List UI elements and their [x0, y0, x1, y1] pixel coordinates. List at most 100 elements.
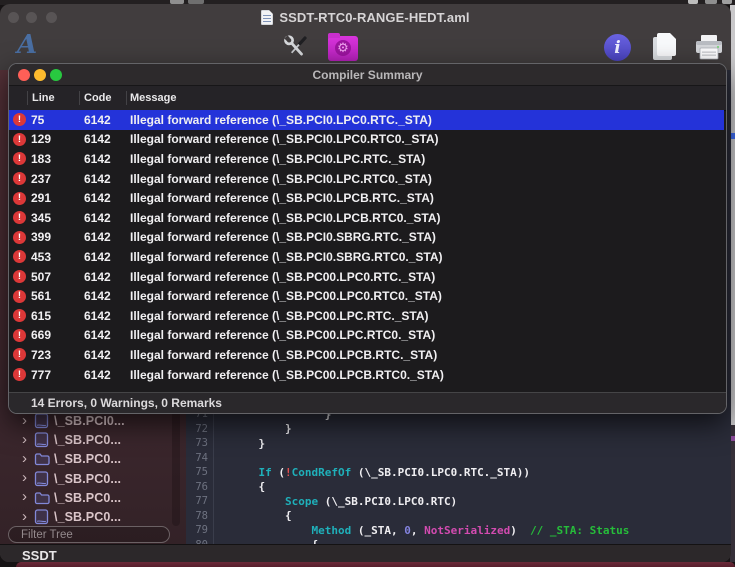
documents-icon[interactable] — [653, 32, 679, 62]
cell-code: 6142 — [80, 328, 126, 342]
patch-folder-icon[interactable]: ⚙ — [328, 36, 358, 61]
error-icon-cell: ! — [9, 211, 27, 224]
column-separator — [79, 91, 80, 105]
tree-item[interactable]: › \_SB.PC0... — [0, 488, 172, 507]
error-table: !756142Illegal forward reference (\_SB.P… — [9, 110, 726, 384]
document-proxy-icon — [261, 10, 273, 25]
disclosure-chevron-icon[interactable]: › — [22, 489, 34, 504]
cell-line: 453 — [27, 250, 80, 264]
code-token: (_STA, — [351, 524, 404, 537]
tree-item[interactable]: ›\_SB.PCI0... — [0, 412, 172, 431]
tree-item-label: \_SB.PC0... — [54, 510, 121, 524]
error-row[interactable]: !4536142Illegal forward reference (\_SB.… — [9, 247, 724, 267]
cell-code: 6142 — [80, 348, 126, 362]
column-separator — [27, 91, 28, 105]
error-icon: ! — [13, 329, 26, 342]
font-icon[interactable]: A — [17, 30, 37, 60]
code-token: ) — [510, 524, 517, 537]
code-token: 0 — [404, 524, 411, 537]
error-row[interactable]: !5616142Illegal forward reference (\_SB.… — [9, 286, 724, 306]
error-icon-cell: ! — [9, 290, 27, 303]
error-row[interactable]: !7776142Illegal forward reference (\_SB.… — [9, 365, 724, 385]
filter-field[interactable] — [8, 526, 170, 543]
info-icon[interactable]: i — [604, 34, 631, 61]
window-title: SSDT-RTC0-RANGE-HEDT.aml — [279, 10, 469, 25]
error-icon-cell: ! — [9, 172, 27, 185]
cell-message: Illegal forward reference (\_SB.PC00.LPC… — [126, 368, 724, 382]
document-icon — [34, 509, 54, 525]
code-text: } — [213, 422, 292, 435]
disclosure-chevron-icon[interactable]: › — [22, 509, 34, 524]
cell-code: 6142 — [80, 309, 126, 323]
tree-item[interactable]: ›\_SB.PC0... — [0, 431, 172, 450]
panel-title: Compiler Summary — [9, 64, 726, 85]
code-text: If (!CondRefOf (\_SB.PCI0.LPC0.RTC._STA)… — [213, 466, 530, 479]
background-window-bottom-edge — [16, 562, 735, 567]
document-icon — [34, 471, 54, 487]
cell-code: 6142 — [80, 368, 126, 382]
cell-message: Illegal forward reference (\_SB.PC00.LPC… — [126, 270, 724, 284]
filter-input[interactable] — [19, 528, 177, 542]
error-row[interactable]: !756142Illegal forward reference (\_SB.P… — [9, 110, 724, 130]
tools-icon[interactable] — [281, 32, 311, 64]
cell-message: Illegal forward reference (\_SB.PC00.LPC… — [126, 289, 724, 303]
disclosure-chevron-icon[interactable]: › — [22, 451, 34, 466]
cell-code: 6142 — [80, 172, 126, 186]
error-icon: ! — [13, 348, 26, 361]
cell-code: 6142 — [80, 191, 126, 205]
folder-icon — [34, 452, 54, 466]
tree-item[interactable]: › \_SB.PC0... — [0, 508, 172, 527]
error-row[interactable]: !3996142Illegal forward reference (\_SB.… — [9, 228, 724, 248]
error-row[interactable]: !6156142Illegal forward reference (\_SB.… — [9, 306, 724, 326]
column-header-message[interactable]: Message — [126, 92, 726, 104]
disclosure-chevron-icon[interactable]: › — [22, 470, 34, 485]
cell-code: 6142 — [80, 211, 126, 225]
compiler-summary-window: Compiler Summary Line Code Message !7561… — [8, 63, 727, 414]
error-icon: ! — [13, 270, 26, 283]
error-icon-cell: ! — [9, 113, 27, 126]
error-row[interactable]: !3456142Illegal forward reference (\_SB.… — [9, 208, 724, 228]
cell-line: 345 — [27, 211, 80, 225]
tree-item-label: \_SB.PC0... — [54, 452, 121, 466]
code-token — [517, 524, 530, 537]
cell-line: 183 — [27, 152, 80, 166]
tree-item[interactable]: › \_SB.PC0... — [0, 450, 172, 469]
code-line: 76 { — [186, 480, 731, 495]
line-number: 72 — [186, 423, 213, 435]
code-line: 77 Scope (\_SB.PCI0.LPC0.RTC) — [186, 494, 731, 509]
error-icon-cell: ! — [9, 329, 27, 342]
disclosure-chevron-icon[interactable]: › — [22, 413, 34, 428]
error-row[interactable]: !2916142Illegal forward reference (\_SB.… — [9, 188, 724, 208]
cell-line: 723 — [27, 348, 80, 362]
column-header-line[interactable]: Line — [27, 92, 80, 104]
error-icon: ! — [13, 211, 26, 224]
folder-icon — [34, 491, 54, 505]
cell-message: Illegal forward reference (\_SB.PCI0.LPC… — [126, 152, 724, 166]
error-row[interactable]: !2376142Illegal forward reference (\_SB.… — [9, 169, 724, 189]
error-icon-cell: ! — [9, 250, 27, 263]
code-line: 74 — [186, 451, 731, 466]
error-row[interactable]: !1836142Illegal forward reference (\_SB.… — [9, 149, 724, 169]
disclosure-chevron-icon[interactable]: › — [22, 432, 34, 447]
code-token — [232, 495, 285, 508]
code-token: If — [259, 466, 272, 479]
column-header-code[interactable]: Code — [80, 92, 126, 104]
error-icon-cell: ! — [9, 270, 27, 283]
cell-message: Illegal forward reference (\_SB.PC00.LPC… — [126, 328, 724, 342]
print-icon[interactable] — [694, 35, 724, 61]
error-row[interactable]: !6696142Illegal forward reference (\_SB.… — [9, 326, 724, 346]
error-icon: ! — [13, 309, 26, 322]
code-token: { — [232, 480, 265, 493]
code-token: NotSerialized — [424, 524, 510, 537]
error-icon: ! — [13, 368, 26, 381]
tree-item-label: \_SB.PC0... — [54, 472, 121, 486]
error-row[interactable]: !7236142Illegal forward reference (\_SB.… — [9, 345, 724, 365]
error-row[interactable]: !5076142Illegal forward reference (\_SB.… — [9, 267, 724, 287]
error-row[interactable]: !1296142Illegal forward reference (\_SB.… — [9, 130, 724, 150]
cell-message: Illegal forward reference (\_SB.PC00.LPC… — [126, 309, 724, 323]
cell-message: Illegal forward reference (\_SB.PCI0.LPC… — [126, 172, 724, 186]
line-number: 74 — [186, 452, 213, 464]
tree-item-label: \_SB.PC0... — [54, 491, 121, 505]
tree-item[interactable]: › \_SB.PC0... — [0, 469, 172, 488]
error-icon-cell: ! — [9, 368, 27, 381]
